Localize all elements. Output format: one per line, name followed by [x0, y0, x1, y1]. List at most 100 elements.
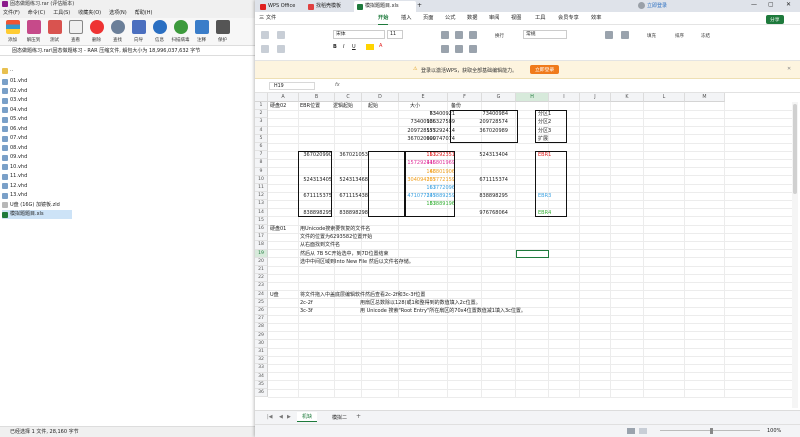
table-cell[interactable]: 然后从 7B 5C开始选中，到7D位置结束	[300, 250, 520, 258]
font-color-icon[interactable]: A	[379, 43, 382, 49]
align-middle-icon[interactable]	[455, 31, 463, 39]
table-cell[interactable]: 609747074	[405, 135, 455, 143]
tab-formula[interactable]: 公式	[445, 12, 455, 25]
row-header-36[interactable]: 36	[255, 389, 268, 398]
rar-menu-favorites[interactable]: 收藏夹(O)	[78, 9, 101, 18]
row-header-33[interactable]: 33	[255, 364, 268, 373]
column-header-j[interactable]: J	[580, 93, 611, 102]
maximize-icon[interactable]: ▢	[768, 1, 774, 8]
list-item[interactable]: 04.vhd	[2, 106, 27, 115]
column-header-k[interactable]: K	[611, 93, 644, 102]
next-sheet-icon[interactable]: ▶	[287, 414, 291, 420]
tab-template[interactable]: 找稻壳模板	[305, 1, 353, 12]
format-painter-icon[interactable]	[261, 31, 269, 39]
list-item[interactable]: 07.vhd	[2, 134, 27, 143]
zoom-slider-handle[interactable]	[710, 428, 713, 434]
fill-button[interactable]: 填充	[647, 33, 656, 39]
table-cell[interactable]: 2c-2f	[300, 299, 320, 307]
tab-view[interactable]: 视图	[511, 12, 521, 25]
tab-tools[interactable]: 工具	[535, 12, 545, 25]
row-header-11[interactable]: 11	[255, 184, 268, 193]
font-name-select[interactable]: 宋体	[333, 30, 385, 39]
sort-button[interactable]: 排序	[675, 33, 684, 39]
column-header-a[interactable]: A	[268, 93, 299, 102]
row-header-18[interactable]: 18	[255, 241, 268, 250]
row-header-13[interactable]: 13	[255, 200, 268, 209]
row-header-10[interactable]: 10	[255, 175, 268, 184]
table-cell[interactable]: 976768064	[461, 209, 508, 217]
rar-test-button[interactable]: 测试	[44, 18, 65, 46]
table-cell[interactable]: 备份	[451, 102, 475, 110]
rar-protect-button[interactable]: 保护	[212, 18, 233, 46]
table-cell[interactable]: 将文件拖入中盖底层编辑软件然后查看2c-2f和3c-3f位置	[300, 291, 580, 299]
column-header-h[interactable]: H	[516, 93, 549, 102]
select-all-corner[interactable]	[255, 93, 268, 102]
align-center-icon[interactable]	[455, 45, 463, 53]
row-header-31[interactable]: 31	[255, 348, 268, 357]
rar-wizard-button[interactable]: 向导	[128, 18, 149, 46]
rar-delete-button[interactable]: 删除	[86, 18, 107, 46]
align-right-icon[interactable]	[469, 45, 477, 53]
sheet-tab-1[interactable]: 机缺	[297, 412, 318, 422]
sheet-tab-2[interactable]: 模拟二	[328, 413, 351, 422]
rar-menu-file[interactable]: 文件(F)	[3, 9, 20, 18]
table-cell[interactable]: 用Unicode搜索要恢复的文件名	[300, 225, 500, 233]
first-sheet-icon[interactable]: |◀	[267, 414, 273, 420]
number-format-select[interactable]: 常规	[523, 30, 567, 39]
copy-icon[interactable]	[277, 45, 285, 53]
rar-view-button[interactable]: 查看	[65, 18, 86, 46]
underline-icon[interactable]: U	[352, 44, 356, 50]
row-header-27[interactable]: 27	[255, 315, 268, 324]
column-header-b[interactable]: B	[299, 93, 335, 102]
selected-cell-h19[interactable]	[516, 249, 549, 258]
row-header-29[interactable]: 29	[255, 331, 268, 340]
column-header-i[interactable]: I	[549, 93, 580, 102]
column-header-c[interactable]: C	[335, 93, 362, 102]
column-header-l[interactable]: L	[644, 93, 685, 102]
row-header-15[interactable]: 15	[255, 216, 268, 225]
align-bottom-icon[interactable]	[469, 31, 477, 39]
rar-menu-options[interactable]: 选项(N)	[109, 9, 127, 18]
freeze-button[interactable]: 冻结	[701, 33, 710, 39]
column-header-g[interactable]: G	[482, 93, 516, 102]
list-item[interactable]: 02.vhd	[2, 87, 27, 96]
rar-menu-tools[interactable]: 工具(S)	[53, 9, 70, 18]
table-cell[interactable]: EBR位置	[300, 102, 330, 110]
add-sheet-icon[interactable]: +	[356, 413, 361, 420]
list-item[interactable]: 11.vhd	[2, 172, 27, 181]
tab-efficiency[interactable]: 效率	[591, 12, 601, 25]
row-header-3[interactable]: 3	[255, 118, 268, 127]
table-cell[interactable]: U盘	[270, 291, 290, 299]
table-cell[interactable]: 起始	[368, 102, 392, 110]
table-cell[interactable]: 硬盘02	[270, 102, 298, 110]
row-header-6[interactable]: 6	[255, 143, 268, 152]
row-header-17[interactable]: 17	[255, 233, 268, 242]
list-item[interactable]: 01.vhd	[2, 77, 27, 86]
formula-input[interactable]	[347, 82, 787, 90]
list-item[interactable]: 09.vhd	[2, 153, 27, 162]
table-cell[interactable]: 3c-3f	[300, 307, 320, 315]
conditional-format-icon[interactable]	[605, 31, 613, 39]
row-header-9[interactable]: 9	[255, 167, 268, 176]
table-cell[interactable]: 73400921	[405, 110, 455, 118]
row-header-24[interactable]: 24	[255, 290, 268, 299]
table-cell[interactable]: 选中中间区域到Into New File 然后以文件名存储。	[300, 258, 560, 266]
notice-login-button[interactable]: 立即登录	[530, 65, 560, 74]
page-layout-icon[interactable]	[639, 428, 647, 434]
row-header-1[interactable]: 1	[255, 102, 268, 111]
row-header-28[interactable]: 28	[255, 323, 268, 332]
fx-icon[interactable]: fx	[335, 82, 340, 88]
list-item-selected[interactable]: 模拟题题目.xls	[2, 210, 72, 219]
row-header-20[interactable]: 20	[255, 257, 268, 266]
new-tab-icon[interactable]: +	[417, 2, 422, 9]
paste-icon[interactable]	[261, 45, 269, 53]
row-header-25[interactable]: 25	[255, 298, 268, 307]
rar-find-button[interactable]: 查找	[107, 18, 128, 46]
tab-home[interactable]: 开始	[378, 12, 389, 25]
prev-sheet-icon[interactable]: ◀	[279, 414, 283, 420]
minimize-icon[interactable]: —	[751, 1, 757, 8]
tab-insert[interactable]: 插入	[401, 12, 411, 25]
column-header-f[interactable]: F	[448, 93, 482, 102]
row-header-12[interactable]: 12	[255, 192, 268, 201]
avatar[interactable]	[638, 2, 645, 9]
